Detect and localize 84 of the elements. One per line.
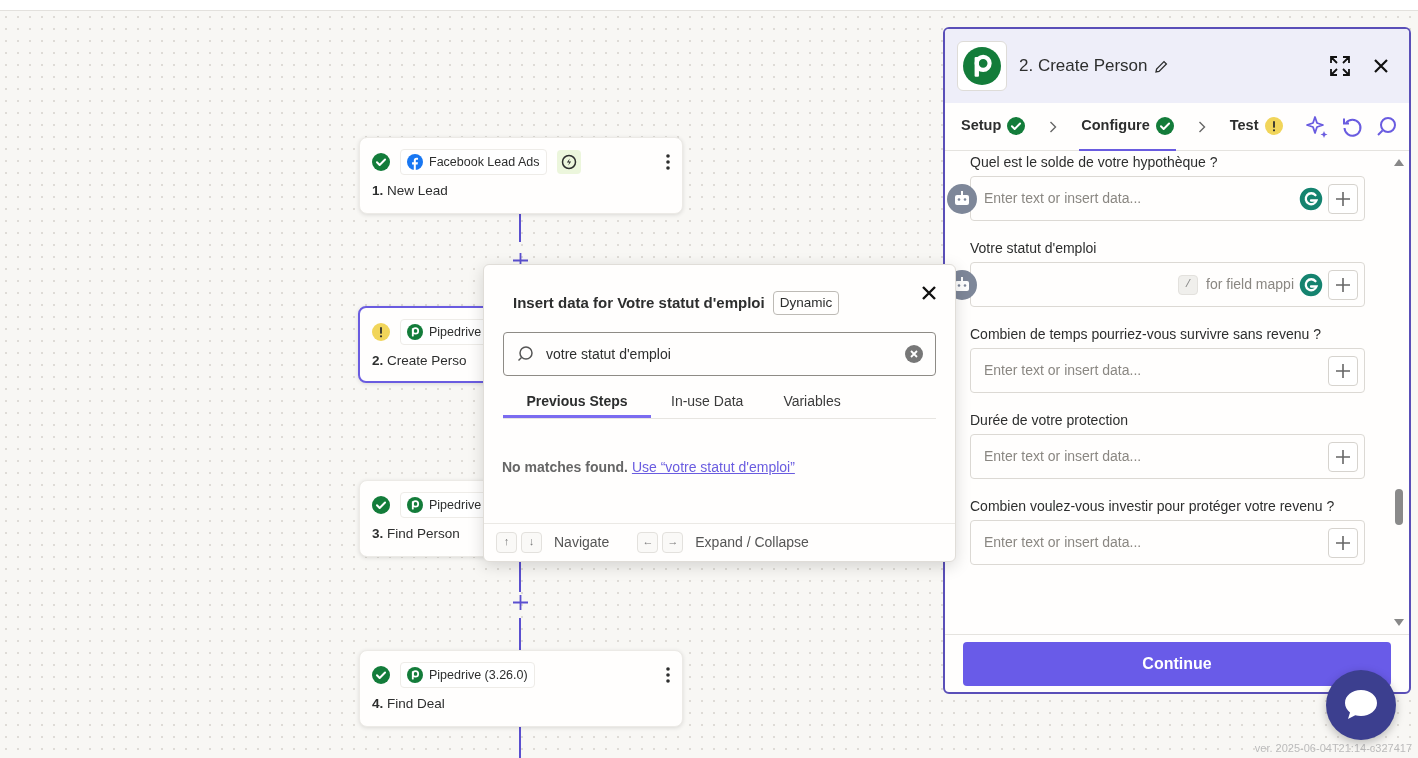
step-title: 2. Create Perso bbox=[372, 352, 467, 370]
key-hint: ↑ bbox=[496, 532, 517, 553]
sparkle-icon[interactable] bbox=[1305, 114, 1329, 139]
step-tab[interactable]: Configure bbox=[1079, 102, 1176, 151]
search-icon bbox=[516, 345, 534, 364]
expand-icon[interactable] bbox=[1329, 55, 1351, 77]
text-input[interactable]: Enter text or insert data... bbox=[984, 188, 1294, 209]
scroll-up-icon[interactable] bbox=[1393, 157, 1405, 167]
use-value-link[interactable]: Use “votre statut d'emploi” bbox=[631, 459, 795, 476]
step-title: 1. New Lead bbox=[372, 182, 448, 200]
key-hint: ↓ bbox=[521, 532, 542, 553]
add-step-icon[interactable] bbox=[512, 594, 529, 611]
shortcut-label: Expand / Collapse bbox=[695, 533, 809, 552]
pipedrive-logo-icon bbox=[407, 324, 423, 340]
step-tab[interactable]: Setup bbox=[959, 102, 1028, 151]
field-label: Durée de votre protection bbox=[970, 411, 1128, 430]
text-field[interactable]: Enter text or insert data... bbox=[970, 348, 1365, 393]
search-input[interactable]: votre statut d'emploi bbox=[546, 343, 905, 365]
close-icon[interactable] bbox=[1373, 58, 1389, 74]
more-options-icon[interactable] bbox=[666, 154, 670, 170]
dynamic-tag: Dynamic bbox=[772, 291, 840, 316]
robot-icon[interactable] bbox=[947, 184, 977, 214]
chevron-icon bbox=[1197, 120, 1206, 133]
facebook-logo-icon bbox=[407, 154, 423, 170]
field-label: Quel est le solde de votre hypothèque ? bbox=[970, 153, 1218, 172]
text-field[interactable]: / for field mappi bbox=[970, 262, 1365, 307]
chevron-icon bbox=[1049, 120, 1058, 133]
step-card[interactable]: Facebook Lead Ads 1. New Lead bbox=[359, 137, 683, 214]
text-field[interactable]: Enter text or insert data... bbox=[970, 520, 1365, 565]
pencil-icon[interactable] bbox=[1153, 58, 1169, 74]
search-field[interactable]: votre statut d'emploi bbox=[503, 332, 936, 377]
key-hint: / bbox=[1178, 274, 1199, 295]
field-label: Votre statut d'emploi bbox=[970, 239, 1097, 258]
panel-title: 2. Create Person bbox=[1019, 55, 1148, 78]
insert-data-button[interactable] bbox=[1328, 441, 1358, 472]
version-label: ver. 2025-06-04T21:14-c327417 bbox=[1254, 740, 1412, 756]
scroll-down-icon[interactable] bbox=[1393, 618, 1405, 628]
connector-line bbox=[519, 618, 521, 650]
plus-icon bbox=[1335, 276, 1351, 293]
plus-icon bbox=[1335, 190, 1351, 207]
key-hint: → bbox=[662, 532, 684, 553]
connector-line bbox=[519, 214, 521, 242]
search-icon[interactable] bbox=[1375, 115, 1397, 138]
insert-data-button[interactable] bbox=[1328, 527, 1358, 558]
text-input[interactable]: Enter text or insert data... bbox=[984, 446, 1324, 467]
field-label: Combien de temps pourriez-vous survivre sans revenu ? bbox=[970, 325, 1321, 344]
key-hint: ← bbox=[637, 532, 659, 553]
insert-data-button[interactable] bbox=[1328, 355, 1358, 386]
insert-data-button[interactable] bbox=[1328, 183, 1358, 214]
tab[interactable]: Variables bbox=[763, 388, 861, 419]
grammarly-icon[interactable] bbox=[1298, 185, 1324, 212]
text-field[interactable]: Enter text or insert data... bbox=[970, 434, 1365, 479]
step-tab[interactable]: Test bbox=[1227, 102, 1285, 151]
text-input[interactable]: Enter text or insert data... bbox=[984, 532, 1324, 553]
clear-icon[interactable] bbox=[905, 345, 923, 364]
plus-icon bbox=[1335, 534, 1351, 551]
pipedrive-logo-icon bbox=[963, 47, 1001, 85]
step-card[interactable]: Pipedrive (3.26.0) 4. Find Deal bbox=[359, 650, 683, 727]
connector-line bbox=[519, 727, 521, 758]
popover-title: Insert data for Votre statut d'emploi bbox=[513, 292, 765, 313]
plus-icon bbox=[1335, 448, 1351, 465]
continue-button[interactable]: Continue bbox=[963, 641, 1391, 686]
tab[interactable]: In-use Data bbox=[651, 388, 764, 419]
more-options-icon[interactable] bbox=[666, 667, 670, 683]
close-icon[interactable] bbox=[921, 285, 937, 302]
step-title: 4. Find Deal bbox=[372, 695, 445, 713]
pipedrive-logo-icon bbox=[407, 497, 423, 513]
plus-icon bbox=[1335, 362, 1351, 379]
text-field[interactable]: Enter text or insert data... bbox=[970, 176, 1365, 221]
shortcut-label: Navigate bbox=[554, 533, 610, 552]
step-title: 3. Find Person bbox=[372, 525, 460, 543]
pipedrive-logo-icon bbox=[407, 667, 423, 683]
app-badge: Facebook Lead Ads bbox=[400, 149, 547, 175]
field-hint: for field mappi bbox=[1206, 275, 1294, 294]
text-input[interactable]: Enter text or insert data... bbox=[984, 360, 1324, 381]
insert-data-button[interactable] bbox=[1328, 269, 1358, 300]
field-label: Combien voulez-vous investir pour protéger votre revenu ? bbox=[970, 497, 1335, 516]
tab[interactable]: Previous Steps bbox=[503, 388, 651, 419]
lightning-icon bbox=[556, 150, 581, 174]
grammarly-icon[interactable] bbox=[1298, 271, 1324, 298]
scroll-thumb[interactable] bbox=[1395, 489, 1403, 525]
chat-button[interactable] bbox=[1326, 670, 1396, 740]
app-badge: Pipedrive (3.26.0) bbox=[400, 662, 535, 688]
empty-message: No matches found. bbox=[502, 459, 628, 476]
